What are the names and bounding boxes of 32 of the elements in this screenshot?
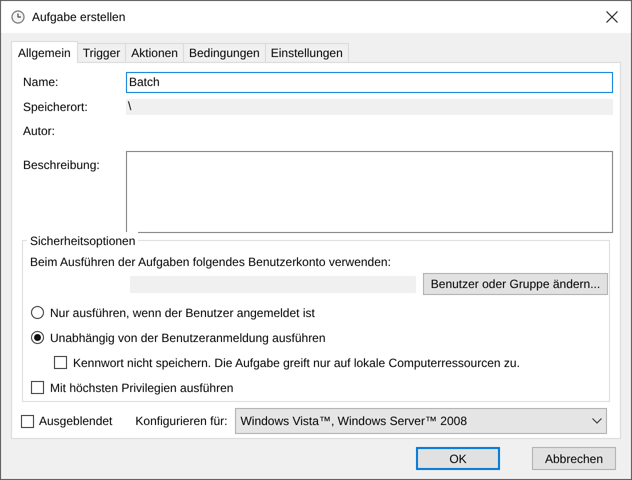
name-field[interactable]: Batch [126, 72, 613, 92]
checkbox-label: Ausgeblendet [39, 413, 112, 430]
group-title: Sicherheitsoptionen [27, 232, 138, 250]
radio-button[interactable] [31, 306, 44, 319]
dialog-button[interactable]: Abbrechen [532, 447, 616, 470]
change-user-button[interactable]: Benutzer oder Gruppe ändern... [423, 273, 608, 295]
tab[interactable]: Allgemein [11, 41, 78, 63]
window-title: Aufgabe erstellen [32, 9, 126, 26]
option-label: Unabhängig von der Benutzeranmeldung ausführen [50, 330, 326, 346]
configure-dropdown[interactable]: Windows Vista™, Windows Server™ 2008 [235, 408, 608, 434]
tab[interactable]: Bedingungen [182, 43, 266, 62]
dialog-button[interactable]: OK [416, 447, 500, 470]
close-icon[interactable] [606, 11, 618, 23]
field-label: Autor: [23, 123, 56, 140]
tab[interactable]: Einstellungen [264, 43, 349, 62]
radio-button[interactable] [31, 331, 44, 344]
checkbox[interactable] [54, 356, 67, 369]
option-label: Nur ausführen, wenn der Benutzer angemeldet ist [50, 304, 315, 322]
hidden-checkbox[interactable] [21, 414, 34, 428]
clock-icon [11, 10, 25, 24]
option-label: Kennwort nicht speichern. Die Aufgabe greift nur auf lokale Computerressourcen zu. [73, 354, 520, 372]
field-label: Name: [23, 74, 60, 91]
field-label: Speicherort: [23, 99, 89, 116]
description-field[interactable] [126, 151, 613, 233]
chevron-down-icon [592, 418, 602, 424]
option-label: Mit höchsten Privilegien ausführen [50, 380, 234, 396]
location-field: \ [126, 99, 613, 115]
tab[interactable]: Trigger [76, 43, 126, 62]
field-label: Beschreibung: [23, 157, 101, 174]
configure-label: Konfigurieren für: [135, 413, 228, 430]
account-prompt: Beim Ausführen der Aufgaben folgendes Benutzerkonto verwenden: [30, 254, 392, 271]
checkbox[interactable] [31, 381, 44, 394]
